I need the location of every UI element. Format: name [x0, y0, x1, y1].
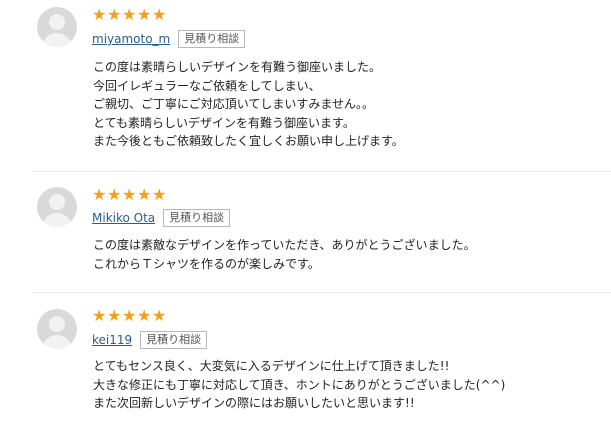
review-line: また今後ともご依頼致したく宜しくお願い申し上げます。 — [93, 134, 404, 148]
star-icon: ★ — [152, 5, 167, 24]
username-link[interactable]: miyamoto_m — [92, 31, 170, 47]
divider — [32, 171, 611, 172]
review-line: とても素晴らしいデザインを有難う御座います。 — [93, 115, 355, 130]
star-icon: ★ — [122, 5, 137, 24]
star-icon: ★ — [92, 5, 107, 24]
estimate-consultation-badge: 見積り相談 — [178, 30, 246, 48]
review-line: この度は素敵なデザインを作っていただき、ありがとうございました。 — [93, 238, 476, 252]
star-icon: ★ — [122, 185, 137, 204]
star-icon: ★ — [137, 5, 152, 24]
username-link[interactable]: kei119 — [92, 332, 132, 348]
review-line: これからＴシャツを作るのが楽しみです。 — [93, 256, 320, 271]
avatar-head-shape — [49, 14, 65, 30]
star-icon: ★ — [152, 185, 167, 204]
avatar-body-shape — [42, 33, 72, 47]
divider — [32, 292, 611, 293]
review-line: ご親切、ご丁寧にご対応頂いてしまいすみません。。 — [93, 97, 375, 111]
star-rating: ★★★★★ — [92, 308, 167, 324]
estimate-consultation-badge: 見積り相談 — [163, 209, 231, 227]
review-line: また次回新しいデザインの際にはお願いしたいと思います!! — [93, 396, 415, 410]
review-text: この度は素敵なデザインを作っていただき、ありがとうございました。 これからＴシャ… — [93, 236, 476, 273]
estimate-consultation-badge: 見積り相談 — [140, 331, 208, 349]
avatar-head-shape — [49, 194, 65, 210]
star-rating: ★★★★★ — [92, 187, 167, 203]
star-icon: ★ — [107, 185, 122, 204]
review-line: 今回イレギュラーなご依頼をしてしまい、 — [93, 78, 321, 93]
review-meta: Mikiko Ota 見積り相談 — [92, 209, 231, 227]
star-icon: ★ — [122, 306, 137, 325]
avatar — [37, 309, 77, 349]
star-icon: ★ — [137, 185, 152, 204]
review-line: この度は素晴らしいデザインを有難う御座いました。 — [93, 60, 382, 74]
review-meta: kei119 見積り相談 — [92, 331, 208, 349]
username-link[interactable]: Mikiko Ota — [92, 210, 155, 226]
review-line: とてもセンス良く、大変気に入るデザインに仕上げて頂きました!! — [93, 359, 450, 373]
review-text: とてもセンス良く、大変気に入るデザインに仕上げて頂きました!! 大きな修正にも丁… — [93, 357, 505, 413]
star-icon: ★ — [92, 185, 107, 204]
review-line: 大きな修正にも丁寧に対応して頂き、ホントにありがとうございました(^^) — [93, 377, 506, 392]
avatar — [37, 7, 77, 47]
star-icon: ★ — [92, 306, 107, 325]
star-icon: ★ — [107, 5, 122, 24]
star-icon: ★ — [137, 306, 152, 325]
avatar-body-shape — [42, 335, 72, 349]
avatar-body-shape — [42, 213, 72, 227]
star-icon: ★ — [107, 306, 122, 325]
star-rating: ★★★★★ — [92, 7, 167, 23]
avatar — [37, 187, 77, 227]
star-icon: ★ — [152, 306, 167, 325]
avatar-head-shape — [49, 316, 65, 332]
review-text: この度は素晴らしいデザインを有難う御座いました。 今回イレギュラーなご依頼をして… — [93, 58, 404, 151]
review-meta: miyamoto_m 見積り相談 — [92, 30, 246, 48]
